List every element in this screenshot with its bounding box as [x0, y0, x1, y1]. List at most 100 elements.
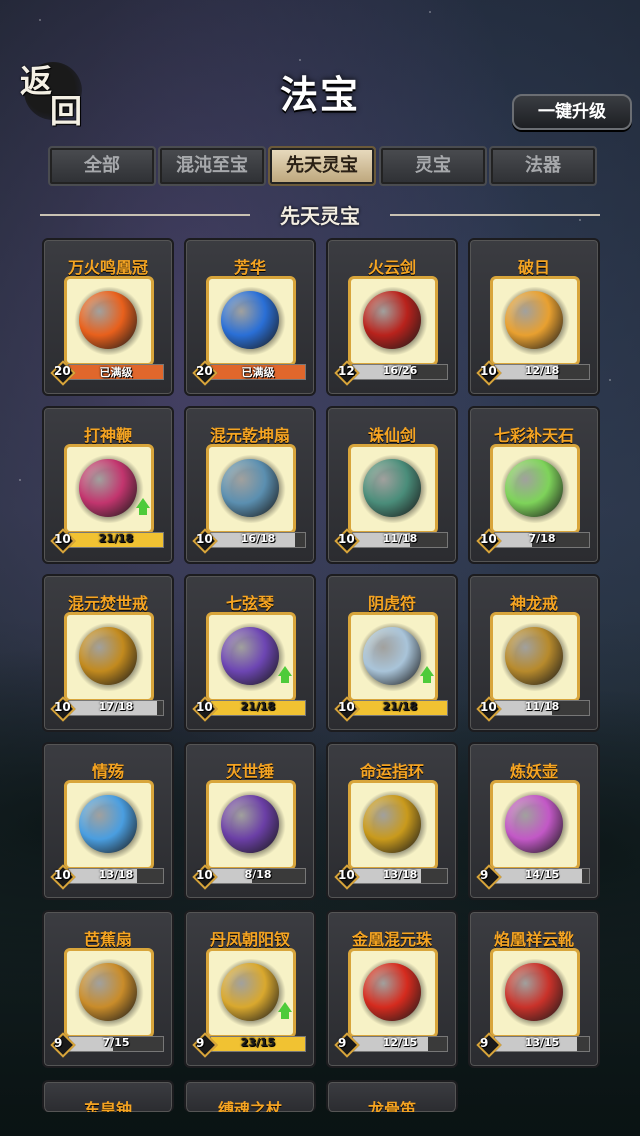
tab-4[interactable]: 法器	[489, 146, 597, 186]
treasure-icon-frame	[490, 444, 580, 534]
progress-bar: 13/18	[352, 868, 448, 884]
level-number: 10	[480, 532, 497, 546]
level-badge: 10	[192, 528, 218, 554]
progress-bar: 21/18	[210, 700, 306, 716]
treasure-card[interactable]: 芭蕉扇 7/15 9	[42, 910, 174, 1068]
tab-0[interactable]: 全部	[48, 146, 156, 186]
tab-3[interactable]: 灵宝	[379, 146, 487, 186]
treasure-card[interactable]: 东皇钟	[42, 1080, 174, 1112]
treasure-card[interactable]: 龙骨笛	[326, 1080, 458, 1112]
progress-text: 13/18	[382, 868, 418, 881]
treasure-card[interactable]: 诛仙剑 11/18 10	[326, 406, 458, 564]
treasure-icon-frame	[490, 948, 580, 1038]
progress-bar: 21/18	[352, 700, 448, 716]
level-badge: 12	[334, 360, 360, 386]
phoenix-hairpin-icon	[221, 963, 279, 1021]
progress-bar: 12/15	[352, 1036, 448, 1052]
level-badge: 10	[192, 864, 218, 890]
treasure-card[interactable]: 万火鸣凰冠 已满级 20	[42, 238, 174, 396]
treasure-card[interactable]: 七彩补天石 7/18 10	[468, 406, 600, 564]
treasure-name: 芭蕉扇	[83, 930, 132, 949]
progress-bar: 13/18	[68, 868, 164, 884]
treasure-card[interactable]: 芳华 已满级 20	[184, 238, 316, 396]
progress-text: 11/18	[382, 532, 418, 545]
progress-bar: 23/15	[210, 1036, 306, 1052]
treasure-card[interactable]: 焰凰祥云靴 13/15 9	[468, 910, 600, 1068]
treasure-name: 龙骨笛	[367, 1100, 416, 1112]
treasure-card[interactable]: 破日 12/18 10	[468, 238, 600, 396]
treasure-name: 火云剑	[367, 258, 416, 277]
progress-text: 12/15	[382, 1036, 418, 1049]
treasure-name: 阴虎符	[367, 594, 416, 613]
progress-text: 12/18	[524, 364, 560, 377]
treasure-card[interactable]: 灭世锤 8/18 10	[184, 742, 316, 900]
progress-text: 7/18	[528, 532, 556, 545]
treasure-card[interactable]: 阴虎符 21/18 10	[326, 574, 458, 732]
treasure-name: 七弦琴	[225, 594, 274, 613]
treasure-name: 七彩补天石	[493, 426, 574, 445]
tab-1[interactable]: 混沌至宝	[158, 146, 266, 186]
treasure-name: 炼妖壶	[509, 762, 558, 781]
level-badge: 10	[476, 696, 502, 722]
treasure-icon-frame	[348, 444, 438, 534]
level-badge: 10	[334, 864, 360, 890]
level-number: 9	[54, 1036, 63, 1050]
treasure-icon-frame	[206, 780, 296, 870]
level-number: 20	[54, 364, 71, 378]
treasure-card[interactable]: 炼妖壶 14/15 9	[468, 742, 600, 900]
treasure-name: 金凰混元珠	[351, 930, 432, 949]
treasure-card[interactable]: 缚魂之杖	[184, 1080, 316, 1112]
level-badge: 9	[476, 1032, 502, 1058]
progress-text: 23/15	[240, 1036, 276, 1049]
treasure-card[interactable]: 火云剑 16/26 12	[326, 238, 458, 396]
treasure-icon-frame	[490, 780, 580, 870]
crystal-blade-icon	[79, 795, 137, 853]
level-badge: 9	[334, 1032, 360, 1058]
doom-hammer-icon	[221, 795, 279, 853]
level-badge: 10	[334, 528, 360, 554]
treasure-card[interactable]: 混元乾坤扇 16/18 10	[184, 406, 316, 564]
level-badge: 10	[50, 528, 76, 554]
level-number: 10	[196, 700, 213, 714]
treasure-card[interactable]: 命运指环 13/18 10	[326, 742, 458, 900]
tab-2[interactable]: 先天灵宝	[268, 146, 376, 186]
treasure-name: 缚魂之杖	[217, 1100, 282, 1112]
treasure-icon-frame	[348, 948, 438, 1038]
treasure-card[interactable]: 情殇 13/18 10	[42, 742, 174, 900]
level-badge: 9	[50, 1032, 76, 1058]
treasure-icon-frame	[206, 444, 296, 534]
level-number: 10	[480, 364, 497, 378]
phoenix-crown-icon	[79, 291, 137, 349]
treasure-name: 万火鸣凰冠	[67, 258, 148, 277]
treasure-card[interactable]: 丹凤朝阳钗 23/15 9	[184, 910, 316, 1068]
upgrade-arrow-icon	[136, 498, 150, 515]
immortal-sword-icon	[363, 459, 421, 517]
level-badge: 20	[192, 360, 218, 386]
section-title: 先天灵宝	[280, 204, 360, 228]
treasure-card[interactable]: 打神鞭 21/18 10	[42, 406, 174, 564]
level-badge: 10	[476, 360, 502, 386]
level-number: 10	[54, 868, 71, 882]
treasure-card[interactable]: 七弦琴 21/18 10	[184, 574, 316, 732]
progress-bar: 8/18	[210, 868, 306, 884]
treasure-card[interactable]: 混元焚世戒 17/18 10	[42, 574, 174, 732]
dragon-ring-icon	[505, 627, 563, 685]
treasure-name: 情殇	[91, 762, 124, 781]
yinyang-fan-icon	[221, 459, 279, 517]
tiger-talisman-icon	[363, 627, 421, 685]
upgrade-all-button[interactable]: 一键升级	[512, 94, 632, 130]
progress-bar: 16/18	[210, 532, 306, 548]
level-badge: 9	[192, 1032, 218, 1058]
progress-text: 8/18	[244, 868, 272, 881]
level-number: 9	[480, 868, 489, 882]
progress-bar: 7/18	[494, 532, 590, 548]
level-number: 10	[338, 700, 355, 714]
treasure-card[interactable]: 神龙戒 11/18 10	[468, 574, 600, 732]
treasure-name: 打神鞭	[83, 426, 132, 445]
treasure-name: 灭世锤	[225, 762, 274, 781]
rainbow-stone-icon	[505, 459, 563, 517]
level-number: 12	[338, 364, 355, 378]
level-badge: 9	[476, 864, 502, 890]
treasure-card[interactable]: 金凰混元珠 12/15 9	[326, 910, 458, 1068]
progress-text: 14/15	[524, 868, 560, 881]
